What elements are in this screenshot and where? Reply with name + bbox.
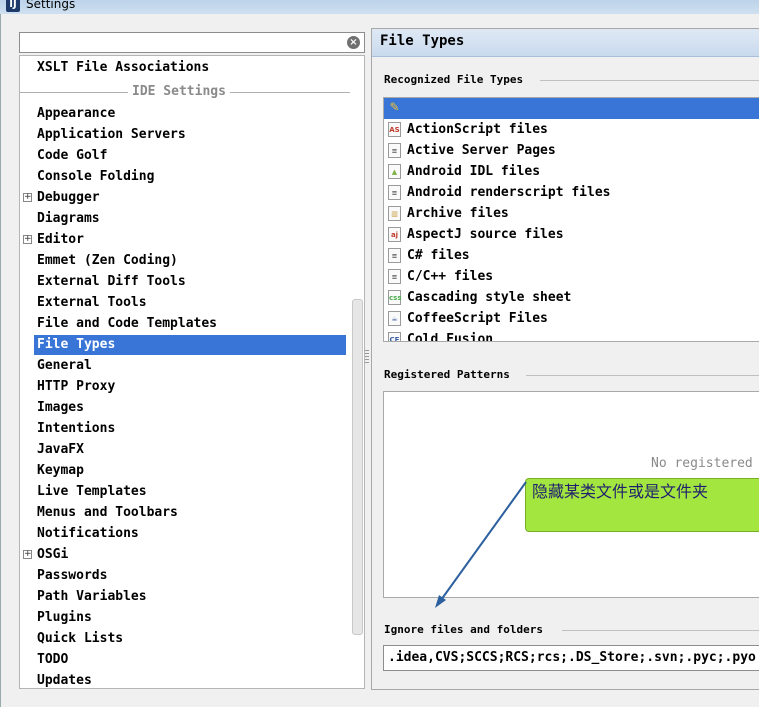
annotation-arrow	[435, 481, 527, 608]
